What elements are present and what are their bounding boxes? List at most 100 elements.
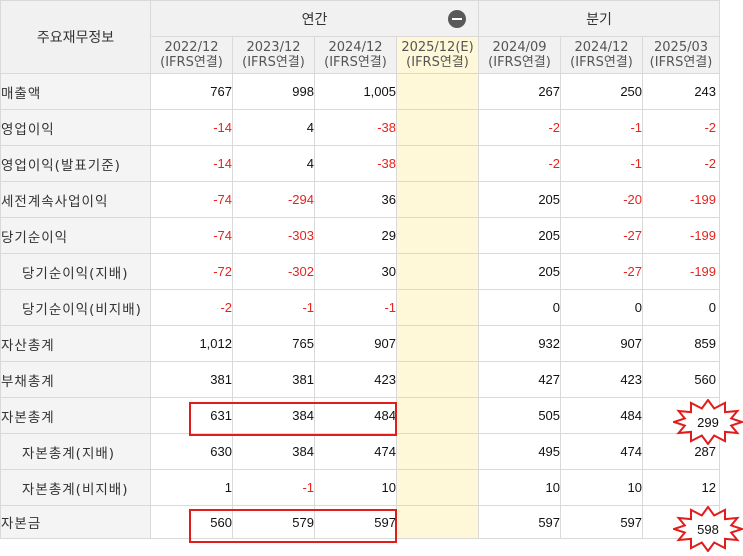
- period-basis: (IFRS연결): [160, 55, 223, 70]
- table-row: 자본총계(지배) 630 384 474 495 474 287: [0, 433, 721, 470]
- period-date: 2025/12(E): [401, 40, 474, 55]
- equity-total-highlight-box: [189, 402, 397, 436]
- table-cell: 30: [314, 253, 397, 290]
- table-cell: -74: [150, 217, 233, 254]
- table-cell: -302: [232, 253, 315, 290]
- table-cell: 998: [232, 73, 315, 110]
- table-cell: 560: [642, 361, 721, 398]
- table-cell: [395, 361, 480, 398]
- table-cell: 765: [232, 325, 315, 362]
- period-basis: (IFRS연결): [649, 55, 713, 70]
- table-cell: [395, 289, 480, 326]
- table-cell: [395, 433, 480, 470]
- row-label: 영업이익(발표기준): [0, 145, 151, 182]
- table-cell: 484: [560, 397, 644, 434]
- capital-highlight-box: [189, 509, 397, 543]
- table-cell: 0: [560, 289, 644, 326]
- row-label: 영업이익: [0, 109, 151, 146]
- row-label: 자본총계(지배): [0, 433, 151, 470]
- table-cell: -199: [642, 181, 721, 218]
- period-basis: (IFRS연결): [406, 55, 469, 70]
- financial-table-body: 매출액 767 998 1,005 267 250 243 영업이익 -14 4 -38 -2 -1 -2…: [0, 73, 721, 539]
- table-cell: 907: [560, 325, 644, 362]
- row-label: 당기순이익: [0, 217, 151, 254]
- table-cell: 205: [478, 217, 562, 254]
- table-cell: 10: [314, 469, 397, 506]
- table-cell: 12: [642, 469, 721, 506]
- row-label: 자본총계(비지배): [0, 469, 151, 506]
- table-row: 자본총계(비지배) 1 -1 10 10 10 12: [0, 469, 721, 506]
- annual-group-header: 연간: [149, 0, 480, 37]
- period-header-1: 2023/12 (IFRS연결): [232, 36, 315, 74]
- table-cell: 1: [150, 469, 233, 506]
- period-basis: (IFRS연결): [570, 55, 633, 70]
- table-cell: [395, 217, 480, 254]
- table-cell: 381: [232, 361, 315, 398]
- table-cell: 4: [232, 145, 315, 182]
- capital-callout-value: 598: [697, 521, 719, 537]
- table-cell: -199: [642, 217, 721, 254]
- minus-circle-icon[interactable]: [448, 10, 467, 28]
- table-cell: [395, 253, 480, 290]
- table-cell: -2: [478, 145, 562, 182]
- row-label: 당기순이익(지배): [0, 253, 151, 290]
- row-label: 당기순이익(비지배): [0, 289, 151, 326]
- table-cell: 205: [478, 181, 562, 218]
- table-cell: -2: [642, 109, 721, 146]
- table-row: 부채총계 381 381 423 427 423 560: [0, 361, 721, 398]
- period-header-2: 2024/12 (IFRS연결): [314, 36, 397, 74]
- table-cell: [395, 505, 480, 539]
- table-cell: 505: [478, 397, 562, 434]
- table-cell: -199: [642, 253, 721, 290]
- table-cell: 597: [560, 505, 644, 539]
- table-cell: -2: [478, 109, 562, 146]
- table-cell: 474: [314, 433, 397, 470]
- table-cell: [395, 397, 480, 434]
- table-cell: 250: [560, 73, 644, 110]
- period-date: 2025/03: [654, 40, 709, 55]
- table-row: 영업이익 -14 4 -38 -2 -1 -2: [0, 109, 721, 146]
- table-cell: -20: [560, 181, 644, 218]
- table-cell: [395, 325, 480, 362]
- table-cell: 205: [478, 253, 562, 290]
- financial-summary-panel: 주요재무정보 연간 분기 2022/12 (IFRS연결) 2023/12 (IFRS…: [0, 0, 743, 556]
- table-cell: 10: [560, 469, 644, 506]
- table-cell: 4: [232, 109, 315, 146]
- table-cell: [395, 73, 480, 110]
- table-cell: 597: [478, 505, 562, 539]
- period-header-6: 2025/03 (IFRS연결): [642, 36, 721, 74]
- period-basis: (IFRS연결): [242, 55, 305, 70]
- period-header-0: 2022/12 (IFRS연결): [150, 36, 233, 74]
- table-row: 세전계속사업이익 -74 -294 36 205 -20 -199: [0, 181, 721, 218]
- period-date: 2023/12: [246, 40, 301, 55]
- table-row: 당기순이익(지배) -72 -302 30 205 -27 -199: [0, 253, 721, 290]
- period-header-4: 2024/09 (IFRS연결): [478, 36, 562, 74]
- table-cell: -38: [314, 145, 397, 182]
- table-row: 당기순이익(비지배) -2 -1 -1 0 0 0: [0, 289, 721, 326]
- period-header-3: 2025/12(E) (IFRS연결): [395, 36, 480, 74]
- table-cell: 932: [478, 325, 562, 362]
- table-row: 매출액 767 998 1,005 267 250 243: [0, 73, 721, 110]
- table-cell: -38: [314, 109, 397, 146]
- equity-total-starburst-callout: 299: [670, 398, 743, 446]
- table-cell: -14: [150, 145, 233, 182]
- row-label: 자본금: [0, 505, 151, 539]
- table-cell: -1: [314, 289, 397, 326]
- table-cell: 427: [478, 361, 562, 398]
- table-cell: 495: [478, 433, 562, 470]
- table-cell: -2: [642, 145, 721, 182]
- table-cell: 243: [642, 73, 721, 110]
- table-cell: 423: [560, 361, 644, 398]
- table-cell: [395, 181, 480, 218]
- table-cell: -2: [150, 289, 233, 326]
- period-date: 2022/12: [164, 40, 219, 55]
- table-cell: 384: [232, 433, 315, 470]
- table-cell: -74: [150, 181, 233, 218]
- table-cell: [395, 469, 480, 506]
- row-label: 매출액: [0, 73, 151, 110]
- table-cell: -303: [232, 217, 315, 254]
- table-cell: 0: [478, 289, 562, 326]
- table-cell: -294: [232, 181, 315, 218]
- table-cell: 267: [478, 73, 562, 110]
- table-cell: 381: [150, 361, 233, 398]
